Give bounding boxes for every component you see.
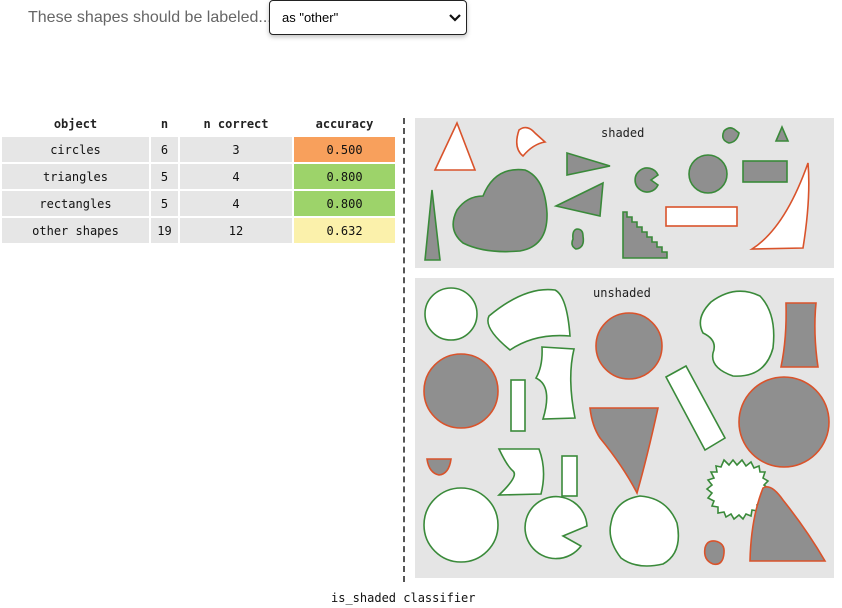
table-row: other shapes 19 12 0.632 [2,218,395,243]
cell-object: triangles [2,164,149,189]
cell-n: 6 [151,137,178,162]
table-row: triangles 5 4 0.800 [2,164,395,189]
half-disc-shape [426,458,452,476]
blob-shape [722,127,740,144]
circle-shape [738,376,830,468]
chevron-down-icon [449,14,461,22]
table-header-row: object n n correct accuracy [2,113,395,135]
cell-accuracy: 0.632 [294,218,395,243]
circle-shape [688,154,728,194]
rectangle-shape [665,206,738,227]
rectangle-shape [561,455,578,497]
blob-shape [571,228,585,250]
triangle-shape [433,120,477,171]
cell-accuracy: 0.800 [294,191,395,216]
label-select-value: as "other" [282,10,339,25]
column-header-object: object [53,117,98,131]
pacman-shape [524,495,588,560]
rectangle-shape [742,160,788,183]
triangle-shape [553,181,604,217]
blob-shape [515,126,547,158]
cell-n: 5 [151,164,178,189]
shaded-shapes-canvas [424,120,810,261]
prompt-label: These shapes should be labeled... [28,9,272,26]
chevron-blob-shape [496,448,545,496]
triangle-shape [749,486,827,562]
table-row: circles 6 3 0.500 [2,137,395,162]
circle-shape [595,312,663,380]
triangle-shape [424,189,441,261]
blob-shape [609,495,680,567]
cell-object: circles [2,137,149,162]
unshaded-panel: unshaded [415,278,834,578]
cell-correct: 12 [180,218,292,243]
rectangle-shape [510,379,526,432]
triangle-shape [774,124,790,142]
rectangle-shape [664,364,727,452]
cell-accuracy: 0.800 [294,164,395,189]
cell-correct: 3 [180,137,292,162]
heart-blob-shape [452,168,548,253]
column-header-n: n [160,117,169,131]
circle-shape [423,487,499,563]
shaded-panel-title: shaded [601,126,645,140]
cell-accuracy: 0.500 [294,137,395,162]
cell-object: other shapes [2,218,149,243]
cell-n: 5 [151,191,178,216]
figure-caption: is_shaded classifier [331,591,476,605]
cell-object: rectangles [2,191,149,216]
blob-shape [699,290,775,377]
cell-correct: 4 [180,191,292,216]
pacman-shape [634,167,660,193]
table-row: rectangles 5 4 0.800 [2,191,395,216]
triangle-shape [566,151,611,176]
cell-n: 19 [151,218,178,243]
column-header-n-correct: n correct [203,117,269,131]
section-divider [403,118,405,582]
accuracy-table: object n n correct accuracy circles 6 3 … [0,111,397,245]
unshaded-shapes-canvas [423,287,830,567]
column-header-accuracy: accuracy [315,117,374,131]
circle-shape [423,353,499,429]
drop-shape [589,407,659,496]
blob-shape [487,288,571,351]
staircase-shape [622,211,668,259]
blob-shape [703,540,725,566]
label-select[interactable]: as "other" [269,0,467,35]
circle-shape [424,287,478,341]
shaded-panel: shaded [415,118,834,268]
wavy-rectangle-shape [534,346,576,420]
cell-correct: 4 [180,164,292,189]
rectangle-shape [780,302,819,368]
unshaded-panel-title: unshaded [593,286,651,300]
